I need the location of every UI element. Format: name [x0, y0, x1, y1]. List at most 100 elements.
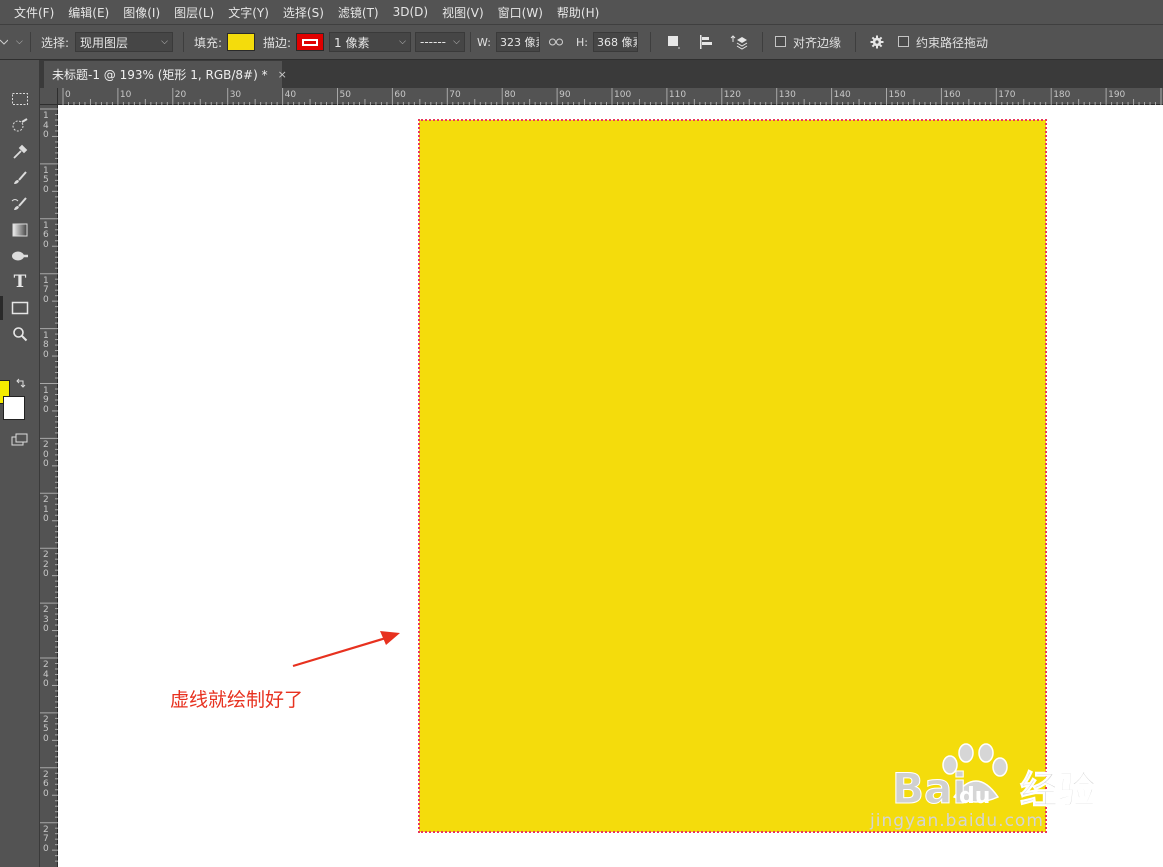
- stroke-width-field[interactable]: 1 像素 ⌵: [329, 32, 411, 52]
- menu-item-4[interactable]: 文字(Y): [221, 4, 276, 21]
- swap-colors-icon[interactable]: [15, 378, 27, 393]
- document-title: 未标题-1 @ 193% (矩形 1, RGB/8#) *: [52, 68, 268, 82]
- ruler-h-label: 170: [998, 90, 1016, 100]
- ruler-h-label: 150: [888, 90, 906, 100]
- zoom-icon[interactable]: [8, 323, 32, 345]
- ruler-h-label: 110: [668, 90, 687, 100]
- fill-label: 填充:: [194, 35, 223, 50]
- ruler-v-label: 210: [43, 495, 49, 525]
- brush-icon[interactable]: [8, 167, 32, 189]
- ruler-origin[interactable]: [40, 88, 58, 105]
- link-icon[interactable]: [548, 25, 564, 59]
- path-operations-icon[interactable]: [665, 25, 683, 59]
- gear-icon[interactable]: [867, 25, 887, 59]
- ruler-v-label: 190: [43, 385, 49, 415]
- ruler-h-label: 70: [449, 90, 461, 100]
- ruler-h-label: 10: [119, 90, 132, 100]
- vertical-ruler[interactable]: 140 150 160 170 180 190 200 210 220 230 240 250 260 2…: [40, 105, 58, 867]
- rectangle-shape[interactable]: [418, 119, 1047, 833]
- menu-item-1[interactable]: 编辑(E): [61, 4, 116, 21]
- svg-text:du: du: [959, 784, 990, 809]
- ruler-v-label: 270: [43, 824, 49, 854]
- options-bar: ⌵ 选择: 现用图层 ⌵ 填充: 描边: 1 像素 ⌵ ------ ⌵ W: 323…: [0, 24, 1163, 60]
- smudge-icon[interactable]: [8, 245, 32, 267]
- ruler-h-label: 180: [1053, 90, 1071, 100]
- width-input[interactable]: 323 像素: [496, 32, 540, 52]
- svg-text:Bai: Bai: [892, 764, 967, 813]
- document-tab-bar: 未标题-1 @ 193% (矩形 1, RGB/8#) * ×: [40, 60, 1163, 88]
- ruler-v-label: 170: [43, 275, 49, 305]
- fill-swatch[interactable]: [227, 25, 257, 59]
- quick-select-icon[interactable]: [8, 115, 32, 137]
- menu-item-5[interactable]: 选择(S): [276, 4, 331, 21]
- eyedropper-icon[interactable]: [8, 141, 32, 163]
- rectangle-tool-icon[interactable]: [8, 297, 32, 319]
- horizontal-ruler[interactable]: 0 10 20 30 40 50 60 70 80 90 100 110 120 130 140 150 160…: [58, 88, 1163, 105]
- tool-preset-icon[interactable]: [0, 25, 8, 59]
- ruler-h-label: 160: [943, 90, 961, 100]
- ruler-h-label: 20: [174, 90, 187, 100]
- select-label: 选择:: [41, 35, 70, 50]
- gradient-icon[interactable]: [8, 219, 32, 241]
- ruler-h-label: 190: [1108, 90, 1126, 100]
- tool-preset-chevron[interactable]: ⌵: [12, 25, 23, 59]
- ruler-v-label: 160: [43, 220, 49, 250]
- divider: [762, 32, 763, 52]
- divider: [650, 32, 651, 52]
- menu-item-0[interactable]: 文件(F): [0, 4, 61, 21]
- ruler-h-label: 100: [614, 90, 632, 100]
- align-edges-label: 对齐边缘: [793, 35, 842, 50]
- rect-marquee-icon[interactable]: [8, 88, 32, 110]
- width-label: W:: [477, 35, 491, 49]
- close-icon[interactable]: ×: [278, 68, 287, 81]
- menu-item-6[interactable]: 滤镜(T): [331, 4, 386, 21]
- constrain-path-checkbox[interactable]: [898, 36, 909, 47]
- path-alignment-icon[interactable]: [697, 25, 715, 59]
- chevron-down-icon: ⌵: [399, 37, 406, 47]
- stroke-style-dropdown[interactable]: ------ ⌵: [415, 32, 465, 52]
- chevron-down-icon: ⌵: [453, 37, 460, 47]
- ruler-h-label: 60: [394, 90, 406, 100]
- ruler-v-label: 240: [43, 660, 49, 689]
- path-arrangement-icon[interactable]: [728, 25, 750, 59]
- align-edges-checkbox[interactable]: [775, 36, 786, 47]
- ruler-h-label: 0: [65, 90, 71, 100]
- background-color-swatch[interactable]: [3, 396, 25, 420]
- stroke-width-value: 1 像素: [334, 35, 370, 50]
- ruler-v-label: 150: [43, 165, 49, 195]
- document-canvas[interactable]: 虚线就绘制好了 Bai 经验 du jingyan.baidu.com: [58, 105, 1163, 867]
- ruler-h-label: 120: [723, 90, 741, 100]
- ruler-v-label: 230: [43, 605, 49, 635]
- height-input[interactable]: 368 像素: [593, 32, 638, 52]
- ruler-h-label: 130: [778, 90, 796, 100]
- menu-item-3[interactable]: 图层(L): [167, 4, 221, 21]
- ruler-h-label: 90: [559, 90, 571, 100]
- type-icon[interactable]: T: [8, 271, 32, 293]
- menu-bar: 文件(F) 编辑(E) 图像(I) 图层(L) 文字(Y) 选择(S) 滤镜(T) 3D(D)…: [0, 0, 1163, 24]
- menu-item-8[interactable]: 视图(V): [435, 4, 491, 21]
- ruler-v-label: 180: [43, 330, 49, 360]
- ruler-h-label: 40: [284, 90, 297, 100]
- chevron-down-icon: ⌵: [161, 37, 168, 47]
- stroke-label: 描边:: [263, 35, 292, 50]
- ruler-h-label: 140: [833, 90, 851, 100]
- baidu-jingyan-watermark: Bai 经验 du: [892, 743, 1097, 814]
- history-brush-icon[interactable]: [8, 193, 32, 215]
- menu-item-9[interactable]: 窗口(W): [491, 4, 550, 21]
- stroke-swatch[interactable]: [296, 25, 326, 59]
- tools-panel: T: [0, 60, 40, 867]
- tab-document[interactable]: 未标题-1 @ 193% (矩形 1, RGB/8#) * ×: [44, 61, 287, 88]
- ruler-v-label: 140: [43, 111, 49, 140]
- select-layer-value: 现用图层: [80, 35, 129, 50]
- arrow-annotation: [292, 631, 400, 668]
- select-layer-dropdown[interactable]: 现用图层 ⌵: [75, 32, 173, 52]
- constrain-path-label: 约束路径拖动: [916, 35, 989, 50]
- ruler-h-label: 50: [339, 90, 351, 100]
- menu-item-7[interactable]: 3D(D): [386, 5, 435, 19]
- ruler-v-label: 220: [43, 550, 49, 580]
- divider: [470, 32, 471, 52]
- watermark-url: jingyan.baidu.com: [870, 811, 1044, 831]
- menu-item-2[interactable]: 图像(I): [116, 4, 167, 21]
- menu-item-10[interactable]: 帮助(H): [550, 4, 606, 21]
- screen-mode-icon[interactable]: [11, 433, 29, 450]
